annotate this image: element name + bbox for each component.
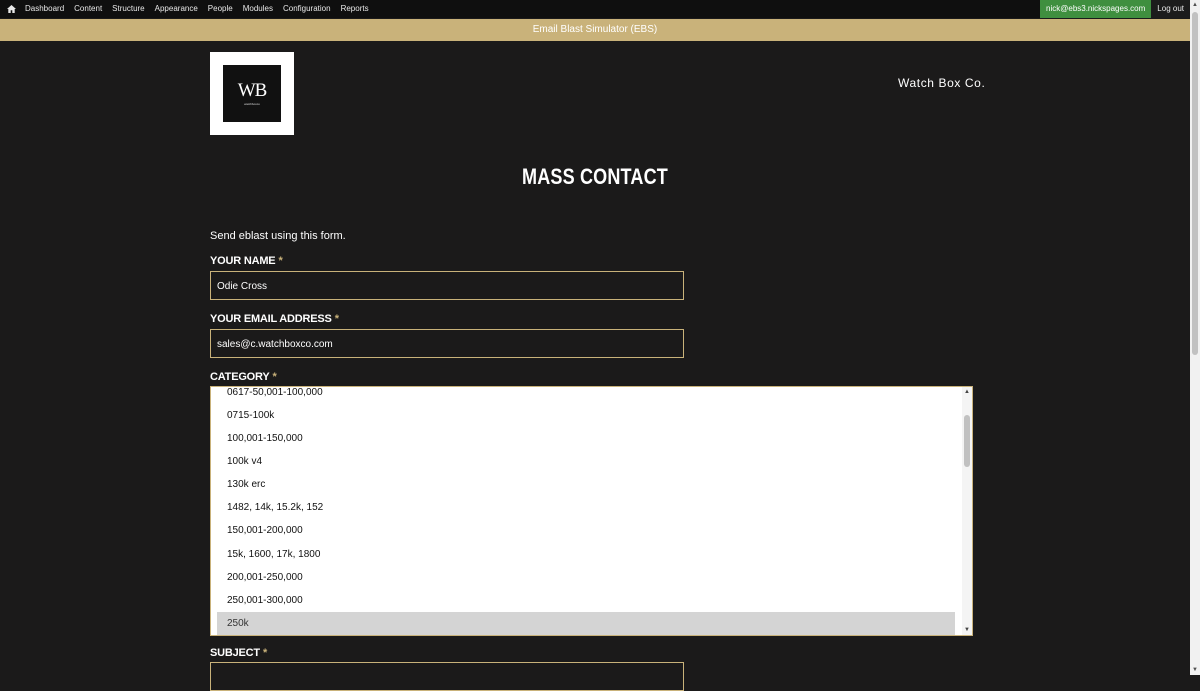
category-option[interactable]: 150,001-200,000 xyxy=(217,519,955,542)
category-option[interactable]: 250,001-300,000 xyxy=(217,589,955,612)
logo-subtext: watchboxco xyxy=(244,101,260,106)
site-name-bar[interactable]: Email Blast Simulator (EBS) xyxy=(0,19,1190,41)
subject-label: SUBJECT * xyxy=(210,647,267,659)
category-listbox[interactable]: 0617-50,001-100,000 0715-100k 100,001-15… xyxy=(210,386,973,636)
menu-structure[interactable]: Structure xyxy=(107,0,149,18)
category-option[interactable]: 130k erc xyxy=(217,473,955,496)
email-label-text: YOUR EMAIL ADDRESS xyxy=(210,313,332,325)
page-scroll-up-icon[interactable]: ▲ xyxy=(1190,0,1200,10)
logout-link[interactable]: Log out xyxy=(1151,0,1190,18)
email-label: YOUR EMAIL ADDRESS * xyxy=(210,313,339,325)
menu-content[interactable]: Content xyxy=(69,0,107,18)
category-option[interactable]: 0715-100k xyxy=(217,404,955,427)
company-name: Watch Box Co. xyxy=(898,76,986,90)
email-field[interactable]: sales@c.watchboxco.com xyxy=(210,329,684,358)
intro-text: Send eblast using this form. xyxy=(210,230,346,242)
menu-people[interactable]: People xyxy=(203,0,238,18)
name-field[interactable]: Odie Cross xyxy=(210,271,684,300)
required-marker: * xyxy=(262,647,268,659)
logo-text: WB xyxy=(237,79,268,101)
user-account-link[interactable]: nick@ebs3.nickspages.com xyxy=(1040,0,1152,18)
page-title: MASS CONTACT xyxy=(522,164,668,189)
menu-reports[interactable]: Reports xyxy=(336,0,374,18)
name-label: YOUR NAME * xyxy=(210,255,283,267)
listbox-scrollbar[interactable]: ▲ ▼ xyxy=(962,387,972,635)
name-label-text: YOUR NAME xyxy=(210,255,276,267)
category-label: CATEGORY * xyxy=(210,371,277,383)
category-option[interactable]: 200,001-250,000 xyxy=(217,566,955,589)
required-marker: * xyxy=(278,255,283,267)
home-icon[interactable] xyxy=(4,0,18,18)
listbox-scroll-thumb[interactable] xyxy=(964,415,970,467)
subject-field[interactable] xyxy=(210,662,684,691)
menu-modules[interactable]: Modules xyxy=(238,0,278,18)
admin-menu: Dashboard Content Structure Appearance P… xyxy=(20,0,374,18)
page-scrollbar[interactable]: ▲ ▼ xyxy=(1190,0,1200,675)
required-marker: * xyxy=(334,313,339,325)
logo-mark: WB watchboxco xyxy=(223,65,281,122)
site-logo[interactable]: WB watchboxco xyxy=(210,52,294,135)
category-option[interactable]: 100k v4 xyxy=(217,450,955,473)
menu-appearance[interactable]: Appearance xyxy=(150,0,203,18)
scroll-up-arrow-icon[interactable]: ▲ xyxy=(962,387,972,397)
admin-toolbar: Dashboard Content Structure Appearance P… xyxy=(0,0,1190,18)
category-option[interactable]: 100,001-150,000 xyxy=(217,427,955,450)
page-scroll-thumb[interactable] xyxy=(1192,12,1198,355)
toolbar-user-area: nick@ebs3.nickspages.com Log out xyxy=(1040,0,1190,18)
category-option[interactable]: 0617-50,001-100,000 xyxy=(217,387,955,404)
menu-dashboard[interactable]: Dashboard xyxy=(20,0,69,18)
subject-label-text: SUBJECT xyxy=(210,647,260,659)
scroll-down-arrow-icon[interactable]: ▼ xyxy=(962,625,972,635)
category-label-text: CATEGORY xyxy=(210,371,270,383)
category-option[interactable]: 1482, 14k, 15.2k, 152 xyxy=(217,496,955,519)
required-marker: * xyxy=(272,371,277,383)
category-option-selected[interactable]: 250k xyxy=(217,612,955,635)
page-scroll-down-icon[interactable]: ▼ xyxy=(1190,665,1200,675)
menu-configuration[interactable]: Configuration xyxy=(278,0,336,18)
category-option[interactable]: 15k, 1600, 17k, 1800 xyxy=(217,543,955,566)
